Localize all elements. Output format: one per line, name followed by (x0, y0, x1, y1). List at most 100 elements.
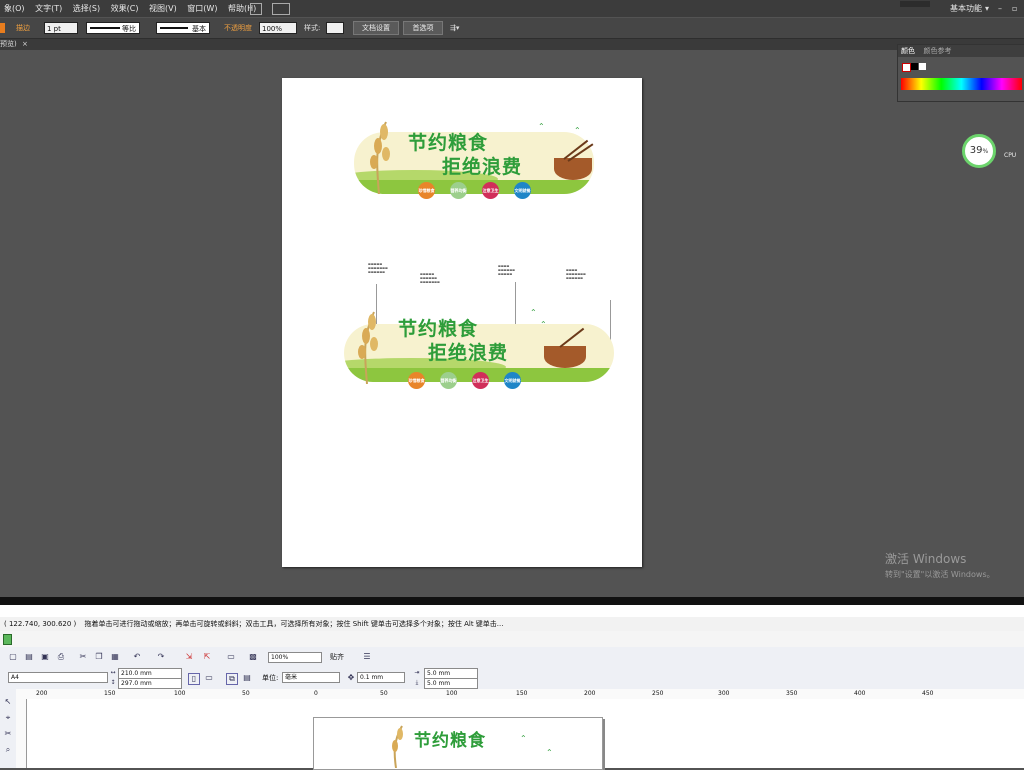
stroke-weight-input[interactable]: 1 pt (44, 22, 78, 34)
circle-label-4: 文明就餐 (514, 188, 531, 193)
activation-title: 激活 Windows (885, 552, 967, 566)
dup-x-icon: ⇥ (414, 669, 420, 676)
units-select[interactable]: 毫米 (282, 672, 340, 683)
new-doc-icon[interactable]: ▢ (8, 652, 18, 662)
corel-property-bar: A4 ↔ 210.0 mm ↕ 297.0 mm ▯ ▭ ⧉ ▤ 单位: 毫米 … (0, 667, 1024, 690)
banner-title-2: 拒绝浪费 (442, 156, 523, 178)
zoom-tool-icon[interactable]: ⌕ (3, 745, 13, 755)
vertical-ruler[interactable] (16, 699, 27, 768)
banner-top[interactable]: 节约粮食 拒绝浪费 ⌃ ⌃ 珍惜粮食 营养均衡 注意卫生 文明就餐 (354, 118, 594, 204)
menu-select[interactable]: 选择(S) (69, 0, 104, 17)
cpu-monitor-widget[interactable]: 39% (962, 134, 996, 168)
import-icon[interactable]: ⇲ (184, 652, 194, 662)
circle-label-3: 注意卫生 (482, 188, 499, 193)
tab-color-guide[interactable]: 颜色参考 (921, 47, 955, 55)
launcher-icon[interactable]: ▩ (248, 652, 258, 662)
opacity-label[interactable]: 不透明度 (224, 22, 252, 34)
circle-badge-3: 注意卫生 (472, 372, 489, 389)
landscape-icon[interactable]: ▭ (204, 673, 214, 683)
dup-y-input[interactable]: 5.0 mm (424, 678, 478, 689)
export-icon[interactable]: ⇱ (202, 652, 212, 662)
doc-tab[interactable]: 预览) (0, 39, 17, 50)
document-tabs: 预览) × (0, 39, 1024, 50)
ruler-tick: 200 (584, 690, 596, 697)
redo-icon[interactable]: ↷ (156, 652, 166, 662)
publish-icon[interactable]: ▭ (226, 652, 236, 662)
color-spectrum[interactable] (901, 78, 1022, 90)
copy-icon[interactable]: ❐ (94, 652, 104, 662)
annotation-3: ▬▬▬▬ ▬▬▬▬▬▬ ▬▬▬▬▬ (498, 264, 516, 276)
shape-tool-icon[interactable]: ⌖ (3, 713, 13, 723)
all-pages-icon[interactable]: ⧉ (226, 673, 238, 685)
brush-select[interactable]: 基本 (156, 22, 210, 34)
undo-icon[interactable]: ↶ (132, 652, 142, 662)
banner-title-2: 拒绝浪费 (428, 342, 509, 364)
portrait-icon[interactable]: ▯ (188, 673, 200, 685)
current-page-icon[interactable]: ▤ (242, 673, 252, 683)
ruler-tick: 0 (314, 690, 318, 697)
corel-doc-strip (0, 631, 1024, 648)
cut-icon[interactable]: ✂ (78, 652, 88, 662)
nudge-icon: ✥ (347, 673, 355, 682)
circle-badge-4: 文明就餐 (514, 182, 531, 199)
ruler-tick: 450 (922, 690, 934, 697)
close-tab-icon[interactable]: × (22, 39, 28, 50)
control-panel: 描边 1 pt 等比 基本 不透明度 100% 样式: 文档设置 首选项 ⇶▾ (0, 18, 1024, 39)
stroke-label[interactable]: 描边 (16, 22, 30, 34)
menu-view[interactable]: 视图(V) (145, 0, 181, 17)
tab-color[interactable]: 颜色 (898, 47, 918, 55)
menu-window[interactable]: 窗口(W) (183, 0, 221, 17)
fill-swatch[interactable] (0, 23, 5, 33)
stroke-profile-select[interactable]: 等比 (86, 22, 140, 34)
menu-type[interactable]: 文字(T) (31, 0, 66, 17)
brush-label: 基本 (192, 25, 206, 33)
bird-icon: ⌃ (546, 748, 553, 757)
print-icon[interactable]: ⎙ (56, 652, 66, 662)
activation-subtitle: 转到"设置"以激活 Windows。 (885, 570, 995, 579)
banner-title-1: 节约粮食 (408, 132, 489, 154)
windows-activation-watermark: 激活 Windows 转到"设置"以激活 Windows。 (885, 550, 995, 580)
snap-dropdown[interactable]: 贴齐 (330, 647, 344, 667)
menu-object[interactable]: 象(O) (0, 0, 29, 17)
bird-icon: ⌃ (520, 734, 527, 743)
white-swatch[interactable] (919, 63, 926, 70)
opacity-input[interactable]: 100% (259, 22, 297, 34)
bridge-icon[interactable] (250, 3, 262, 15)
crop-tool-icon[interactable]: ✂ (3, 729, 13, 739)
minimize-button[interactable]: – (998, 0, 1002, 17)
prefs-button[interactable]: 首选项 (403, 21, 443, 35)
page-size-select[interactable]: A4 (8, 672, 108, 683)
save-icon[interactable]: ▣ (40, 652, 50, 662)
maximize-button[interactable]: ▫ (1012, 0, 1017, 17)
circle-badge-2: 营养均衡 (440, 372, 457, 389)
page-height-input[interactable]: 297.0 mm (118, 678, 182, 689)
color-panel-tabs: 颜色 颜色参考 (898, 45, 1024, 57)
nudge-input[interactable]: 0.1 mm (357, 672, 405, 683)
black-swatch[interactable] (911, 63, 918, 70)
artboard[interactable]: 节约粮食 拒绝浪费 ⌃ ⌃ 珍惜粮食 营养均衡 注意卫生 文明就餐 ▬▬▬▬▬ ▬… (282, 78, 642, 567)
workspace-switcher[interactable]: 基本功能 (950, 0, 982, 17)
none-swatch-icon[interactable] (902, 63, 911, 72)
arrange-icon[interactable]: ⇶▾ (450, 22, 459, 34)
paste-icon[interactable]: ▦ (110, 652, 120, 662)
zoom-select[interactable]: 100% (268, 652, 322, 663)
arrange-docs-icon[interactable] (272, 3, 290, 15)
search-field[interactable] (900, 1, 930, 7)
corel-toolbox: ↖ ⌖ ✂ ⌕ (0, 689, 17, 768)
circle-label-1: 珍惜粮食 (408, 378, 425, 383)
style-swatch[interactable] (326, 22, 344, 34)
document-icon[interactable] (3, 634, 12, 645)
pick-tool-icon[interactable]: ↖ (3, 697, 13, 707)
ruler-tick: 350 (786, 690, 798, 697)
circle-badge-2: 营养均衡 (450, 182, 467, 199)
bird-icon: ⌃ (530, 308, 537, 317)
banner-bottom[interactable]: 节约粮食 拒绝浪费 ⌃ ⌃ 珍惜粮食 营养均衡 注意卫生 文明就餐 (344, 306, 614, 392)
options-icon[interactable]: ☰ (362, 652, 372, 662)
minimize-icon[interactable]: ▾ (985, 0, 989, 17)
open-icon[interactable]: ▤ (24, 652, 34, 662)
doc-setup-button[interactable]: 文档设置 (353, 21, 399, 35)
corel-page[interactable]: 节约粮食 ⌃ ⌃ (313, 717, 603, 770)
annotation-2: ▬▬▬▬▬ ▬▬▬▬▬▬ ▬▬▬▬▬▬▬ (420, 272, 440, 284)
menu-effect[interactable]: 效果(C) (107, 0, 143, 17)
cpu-label: CPU (1004, 152, 1017, 159)
